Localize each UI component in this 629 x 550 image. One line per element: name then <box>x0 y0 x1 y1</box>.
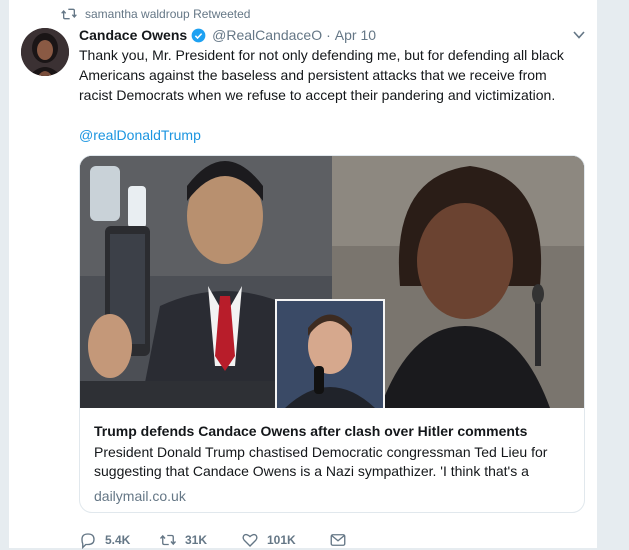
link-card-body: Trump defends Candace Owens after clash … <box>94 422 570 504</box>
chevron-down-icon[interactable] <box>573 30 585 40</box>
link-card-domain: dailymail.co.uk <box>94 488 186 504</box>
mention-link[interactable]: @realDonaldTrump <box>79 125 579 145</box>
like-count: 101K <box>267 533 296 547</box>
tweet-card[interactable]: samantha waldroup Retweeted Candace Owen… <box>9 0 597 550</box>
tweet-header: Candace Owens @RealCandaceO · Apr 10 <box>79 26 376 44</box>
reply-icon <box>81 533 95 549</box>
like-button[interactable]: 101K <box>241 531 329 549</box>
verified-badge-icon <box>191 28 206 42</box>
retweet-context-text[interactable]: samantha waldroup Retweeted <box>85 7 250 21</box>
tweet-actions: 5.4K 31K 101K <box>79 530 355 550</box>
author-handle[interactable]: @RealCandaceO <box>212 27 322 43</box>
tweet-body: Thank you, Mr. President for not only de… <box>79 47 564 103</box>
envelope-icon <box>330 534 346 546</box>
avatar-image <box>21 28 69 76</box>
retweet-count: 31K <box>185 533 208 547</box>
reply-count: 5.4K <box>105 533 131 547</box>
tweet-text: Thank you, Mr. President for not only de… <box>79 45 579 145</box>
direct-message-button[interactable] <box>329 531 355 549</box>
link-card-description: President Donald Trump chastised Democra… <box>94 444 548 479</box>
retweet-context: samantha waldroup Retweeted <box>61 6 250 22</box>
author-name[interactable]: Candace Owens <box>79 27 187 43</box>
retweet-icon <box>61 8 77 20</box>
avatar[interactable] <box>21 28 69 76</box>
separator-dot: · <box>326 27 331 43</box>
link-preview-image <box>80 156 584 408</box>
retweet-button[interactable]: 31K <box>159 531 241 549</box>
reply-button[interactable]: 5.4K <box>79 531 159 549</box>
tweet-date[interactable]: Apr 10 <box>335 27 376 43</box>
link-card-title[interactable]: Trump defends Candace Owens after clash … <box>94 422 570 440</box>
link-preview-card[interactable]: Trump defends Candace Owens after clash … <box>79 155 585 513</box>
retweet-icon <box>159 534 177 546</box>
heart-icon <box>242 533 258 547</box>
